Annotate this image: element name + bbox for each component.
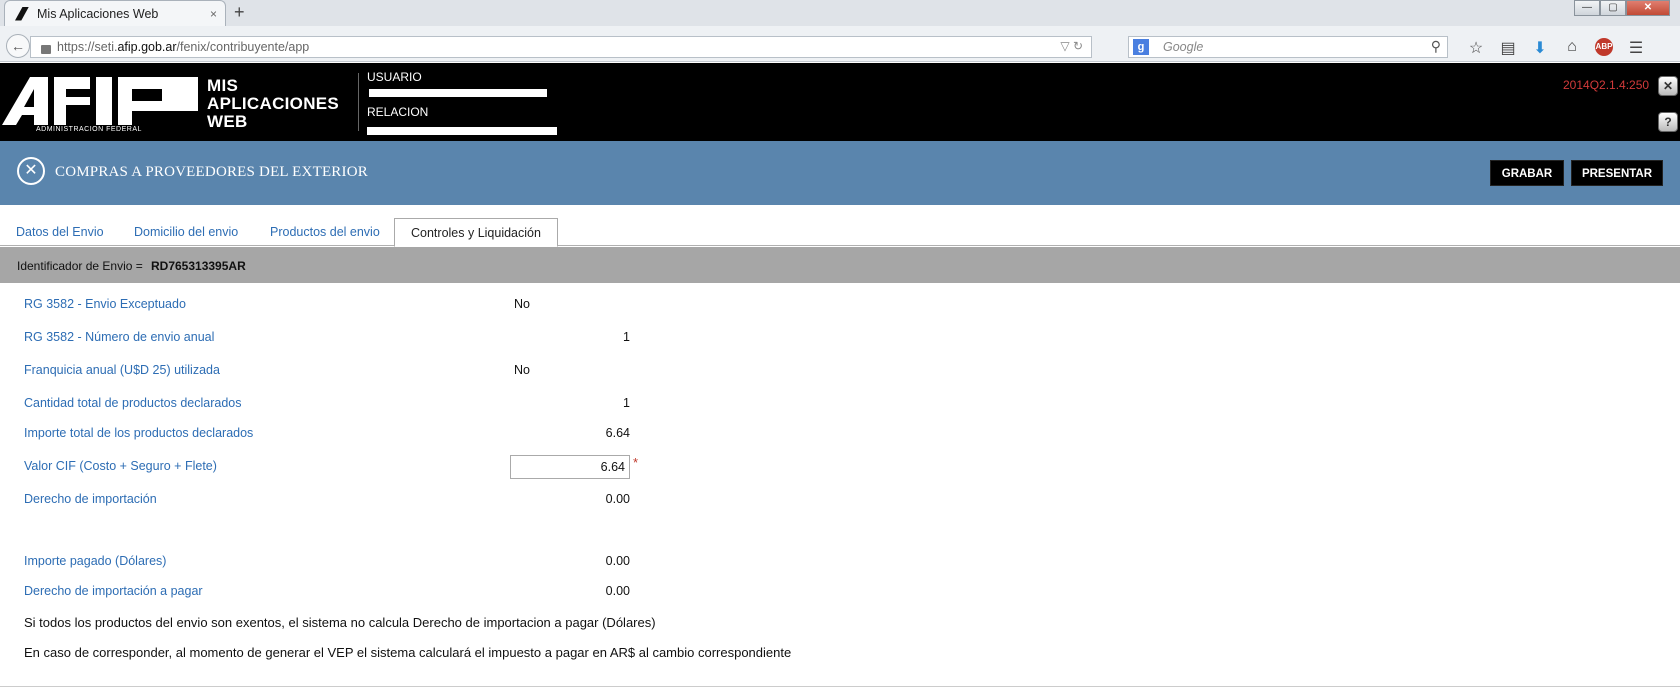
search-box[interactable]: g Google ⚲ bbox=[1128, 36, 1448, 58]
app-title: MIS APLICACIONES WEB bbox=[207, 77, 339, 131]
franquicia-label: Franquicia anual (U$D 25) utilizada bbox=[24, 363, 220, 377]
relacion-redacted bbox=[367, 127, 557, 135]
numero-envio-label: RG 3582 - Número de envio anual bbox=[24, 330, 215, 344]
afip-logo: ADMINISTRACION FEDERAL bbox=[2, 75, 198, 137]
row-derecho-importacion: Derecho de importación 0.00 bbox=[0, 492, 1680, 512]
row-envio-exceptuado: RG 3582 - Envio Exceptuado No bbox=[0, 297, 1680, 317]
header-close-button[interactable]: ✕ bbox=[1658, 76, 1678, 96]
close-page-icon[interactable]: ✕ bbox=[17, 157, 45, 185]
header-separator bbox=[358, 73, 359, 131]
address-bar[interactable]: https://seti. afip.gob.ar/fenix/contribuy… bbox=[30, 36, 1092, 58]
search-icon[interactable]: ⚲ bbox=[1431, 38, 1441, 55]
back-arrow-icon[interactable]: ← bbox=[6, 34, 30, 58]
row-valor-cif: Valor CIF (Costo + Seguro + Flete) * bbox=[0, 455, 1680, 479]
valor-cif-input[interactable] bbox=[510, 455, 630, 479]
tab-domicilio-envio[interactable]: Domicilio del envio bbox=[118, 218, 254, 246]
browser-tab[interactable]: Mis Aplicaciones Web × bbox=[4, 0, 226, 26]
tab-datos-envio[interactable]: Datos del Envio bbox=[0, 218, 120, 246]
row-franquicia: Franquicia anual (U$D 25) utilizada No bbox=[0, 363, 1680, 383]
browser-titlebar: Mis Aplicaciones Web × + — ▢ ✕ bbox=[0, 0, 1680, 26]
derecho-importacion-value: 0.00 bbox=[605, 492, 630, 506]
star-icon[interactable]: ☆ bbox=[1460, 38, 1492, 58]
window-close-button[interactable]: ✕ bbox=[1626, 0, 1670, 16]
valor-cif-label: Valor CIF (Costo + Seguro + Flete) bbox=[24, 459, 217, 473]
presentar-button[interactable]: PRESENTAR bbox=[1571, 160, 1663, 186]
tab-productos-envio[interactable]: Productos del envio bbox=[254, 218, 396, 246]
lock-icon bbox=[41, 44, 51, 54]
usuario-label: USUARIO bbox=[367, 70, 422, 84]
importe-productos-label: Importe total de los productos declarado… bbox=[24, 426, 254, 440]
help-button[interactable]: ? bbox=[1658, 112, 1678, 132]
usuario-redacted bbox=[369, 89, 547, 97]
minimize-button[interactable]: — bbox=[1574, 0, 1600, 16]
cantidad-productos-value: 1 bbox=[623, 396, 630, 410]
maximize-button[interactable]: ▢ bbox=[1600, 0, 1626, 16]
browser-tab-title: Mis Aplicaciones Web bbox=[37, 6, 159, 21]
window-controls: — ▢ ✕ bbox=[1574, 0, 1670, 16]
derecho-importacion-label: Derecho de importación bbox=[24, 492, 157, 506]
new-tab-button[interactable]: + bbox=[234, 2, 245, 23]
reload-icon[interactable]: ▽ ↻ bbox=[1060, 39, 1083, 53]
form-tabs: Datos del Envio Domicilio del envio Prod… bbox=[0, 218, 1680, 247]
derecho-a-pagar-value: 0.00 bbox=[605, 584, 630, 598]
home-icon[interactable]: ⌂ bbox=[1556, 38, 1588, 58]
bookmarks-icon[interactable]: ▤ bbox=[1492, 38, 1524, 58]
app-title-line1: MIS bbox=[207, 76, 239, 95]
url-suffix: /fenix/contribuyente/app bbox=[176, 40, 310, 54]
afip-header: ADMINISTRACION FEDERAL MIS APLICACIONES … bbox=[0, 63, 1680, 141]
url-prefix: https://seti. bbox=[57, 40, 118, 54]
identifier-bar: Identificador de Envio = RD765313395AR bbox=[0, 247, 1680, 283]
identifier-label: Identificador de Envio = bbox=[17, 259, 143, 273]
menu-icon[interactable]: ☰ bbox=[1620, 38, 1652, 58]
bottom-divider bbox=[0, 686, 1680, 687]
derecho-a-pagar-label: Derecho de importación a pagar bbox=[24, 584, 203, 598]
envio-exceptuado-value: No bbox=[514, 297, 530, 311]
tab-controles-liquidacion[interactable]: Controles y Liquidación bbox=[394, 218, 558, 247]
cantidad-productos-label: Cantidad total de productos declarados bbox=[24, 396, 242, 410]
note-vep: En caso de corresponder, al momento de g… bbox=[24, 645, 792, 660]
url-domain: afip.gob.ar bbox=[117, 40, 177, 54]
browser-toolbar-icons: ☆ ▤ ⬇ ⌂ ABP ☰ bbox=[1460, 38, 1652, 58]
numero-envio-value: 1 bbox=[623, 330, 630, 344]
google-engine-icon[interactable]: g bbox=[1133, 39, 1149, 55]
required-mark: * bbox=[633, 455, 639, 470]
adblock-icon[interactable]: ABP bbox=[1595, 38, 1613, 56]
envio-exceptuado-label: RG 3582 - Envio Exceptuado bbox=[24, 297, 186, 311]
row-numero-envio: RG 3582 - Número de envio anual 1 bbox=[0, 330, 1680, 350]
page-title-band: ✕ COMPRAS A PROVEEDORES DEL EXTERIOR GRA… bbox=[0, 141, 1680, 205]
search-placeholder: Google bbox=[1163, 40, 1204, 54]
row-cantidad-productos: Cantidad total de productos declarados 1 bbox=[0, 396, 1680, 416]
app-title-line2: APLICACIONES bbox=[207, 94, 340, 113]
tab-close-icon[interactable]: × bbox=[210, 7, 217, 21]
browser-navbar: ← https://seti. afip.gob.ar/fenix/contrib… bbox=[0, 26, 1680, 62]
relacion-label: RELACION bbox=[367, 105, 429, 119]
version-label: 2014Q2.1.4:250 bbox=[1563, 78, 1650, 92]
franquicia-value: No bbox=[514, 363, 530, 377]
download-icon[interactable]: ⬇ bbox=[1524, 38, 1556, 58]
row-importe-productos: Importe total de los productos declarado… bbox=[0, 426, 1680, 446]
note-exentos: Si todos los productos del envio son exe… bbox=[24, 615, 656, 630]
grabar-button[interactable]: GRABAR bbox=[1490, 160, 1564, 186]
page-title: COMPRAS A PROVEEDORES DEL EXTERIOR bbox=[55, 164, 368, 180]
importe-pagado-value: 0.00 bbox=[605, 554, 630, 568]
identifier-value: RD765313395AR bbox=[151, 259, 246, 273]
row-importe-pagado: Importe pagado (Dólares) 0.00 bbox=[0, 554, 1680, 574]
row-derecho-a-pagar: Derecho de importación a pagar 0.00 bbox=[0, 584, 1680, 604]
app-title-line3: WEB bbox=[207, 112, 248, 131]
afip-logo-subtitle: ADMINISTRACION FEDERAL bbox=[36, 126, 142, 133]
importe-pagado-label: Importe pagado (Dólares) bbox=[24, 554, 167, 568]
afip-logo-icon bbox=[2, 77, 198, 125]
importe-productos-value: 6.64 bbox=[605, 426, 630, 440]
afip-favicon-icon bbox=[15, 6, 29, 21]
